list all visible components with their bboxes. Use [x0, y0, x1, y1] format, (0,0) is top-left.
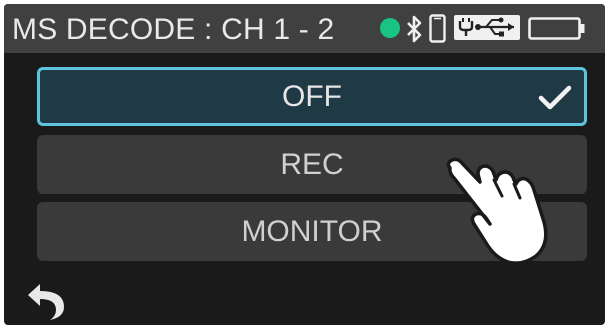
option-rec-label: REC — [280, 147, 344, 181]
pointing-hand-icon — [446, 157, 548, 265]
option-off[interactable]: OFF — [37, 67, 587, 126]
phone-icon — [429, 14, 446, 43]
back-arrow-icon[interactable] — [26, 280, 66, 322]
usb-icon — [454, 15, 520, 40]
screen-title: MS DECODE : CH 1 - 2 — [12, 13, 335, 46]
option-off-label: OFF — [282, 79, 342, 113]
bluetooth-icon — [407, 15, 422, 43]
battery-icon — [528, 17, 585, 40]
checkmark-icon — [538, 85, 572, 110]
status-bar: MS DECODE : CH 1 - 2 — [4, 4, 605, 53]
device-screen: MS DECODE : CH 1 - 2 OFF REC MONITOR — [4, 4, 605, 325]
status-dot-icon — [380, 18, 400, 38]
option-monitor-label: MONITOR — [241, 214, 383, 248]
